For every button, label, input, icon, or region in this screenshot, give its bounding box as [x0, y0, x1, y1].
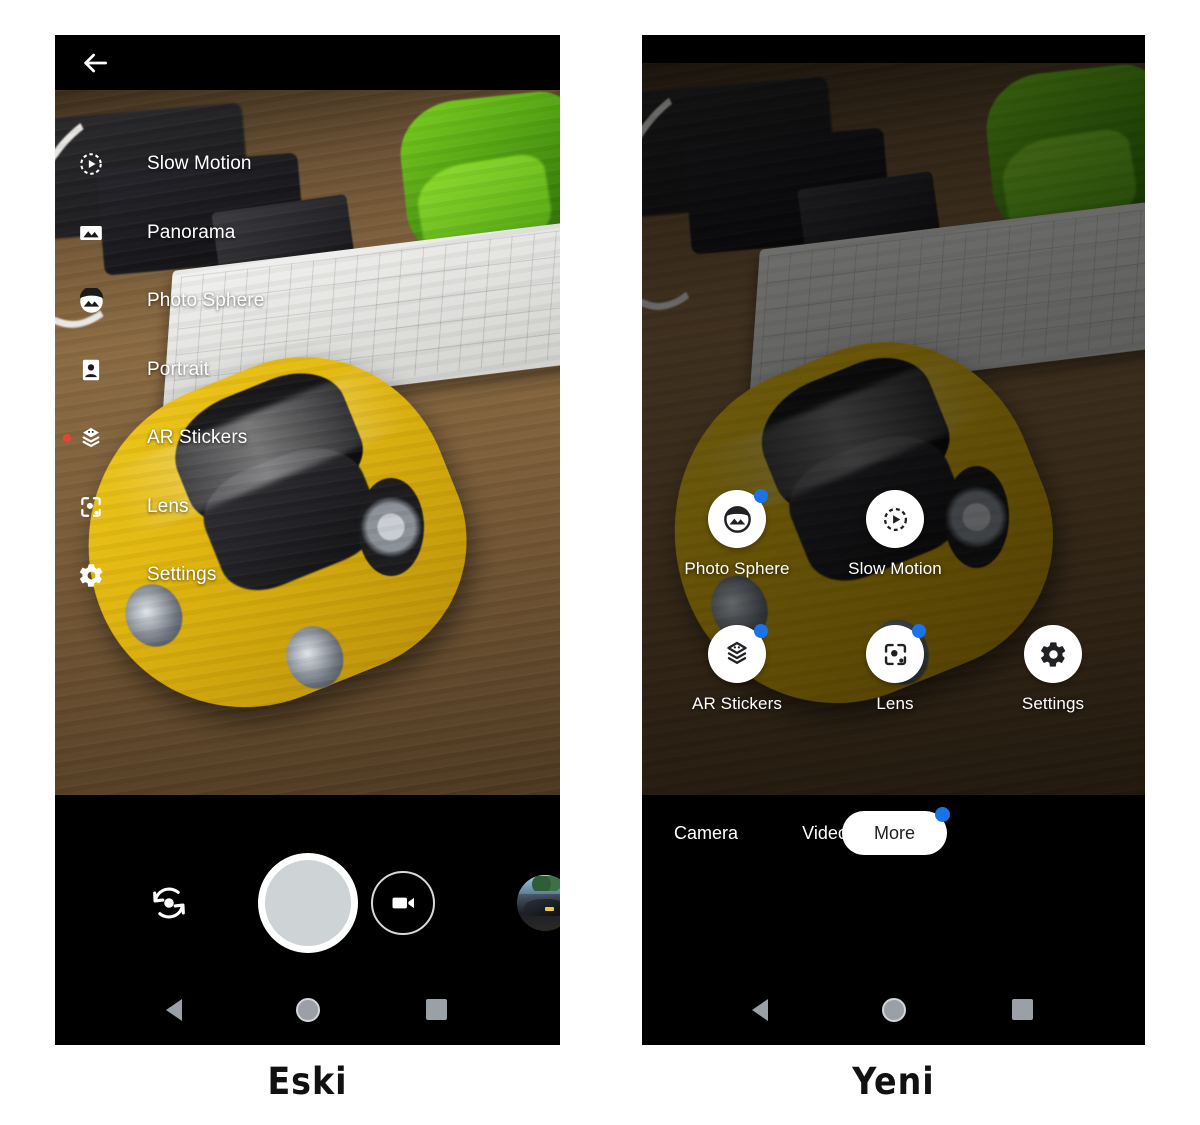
top-app-bar-old — [55, 35, 560, 90]
portrait-icon — [72, 351, 110, 389]
caption-new: Yeni — [852, 1060, 935, 1103]
lens-icon — [72, 488, 110, 526]
menu-item-label: Panorama — [147, 221, 236, 243]
settings-icon — [72, 556, 110, 594]
shutter-button[interactable] — [257, 853, 358, 953]
tab-more[interactable]: More — [842, 807, 950, 855]
settings-button[interactable] — [1024, 625, 1082, 683]
camera-controls-row — [55, 853, 560, 953]
new-badge-dot — [754, 489, 768, 503]
slow-motion-button[interactable] — [866, 490, 924, 548]
mode-tile-slow-motion[interactable]: Slow Motion — [835, 490, 955, 579]
mode-tile-label: Photo Sphere — [684, 559, 790, 578]
nav-back-icon[interactable] — [165, 999, 182, 1021]
menu-item-label: AR Stickers — [147, 427, 248, 449]
panorama-icon — [72, 214, 110, 252]
menu-item-panorama[interactable]: Panorama — [55, 199, 560, 268]
new-badge-dot — [63, 434, 71, 443]
mode-tile-lens[interactable]: Lens — [835, 624, 955, 714]
android-nav-bar-new — [642, 975, 1145, 1045]
thumbnail-trees — [527, 876, 560, 891]
mode-tile-label: AR Stickers — [692, 694, 782, 713]
tab-more-label: More — [873, 823, 915, 843]
video-camera-icon[interactable] — [371, 871, 435, 935]
menu-item-settings[interactable]: Settings — [55, 541, 560, 610]
back-arrow-icon[interactable] — [79, 47, 111, 79]
mode-menu-list-old: Slow Motion Panorama Photo Sphere Portra… — [55, 130, 560, 610]
menu-item-label: Slow Motion — [147, 153, 252, 175]
nav-home-icon[interactable] — [295, 998, 320, 1022]
nav-back-icon[interactable] — [751, 999, 768, 1021]
android-nav-bar-old — [55, 975, 560, 1045]
nav-home-icon[interactable] — [881, 998, 906, 1022]
caption-old: Eski — [267, 1060, 348, 1103]
phone-screen-old: Slow Motion Panorama Photo Sphere Portra… — [55, 35, 560, 1045]
menu-item-label: Lens — [147, 495, 189, 517]
new-badge-dot — [912, 624, 926, 638]
menu-item-portrait[interactable]: Portrait — [55, 336, 560, 405]
comparison-figure: Slow Motion Panorama Photo Sphere Portra… — [0, 0, 1200, 1125]
nav-recents-icon[interactable] — [425, 999, 447, 1020]
slow-motion-icon — [72, 145, 110, 183]
menu-item-label: Settings — [147, 564, 217, 586]
new-badge-dot — [935, 807, 950, 822]
lens-button[interactable] — [866, 624, 926, 683]
ar-stickers-icon — [72, 419, 110, 457]
phone-screen-new: Photo Sphere Slow Motion AR Stickers Len… — [642, 35, 1145, 1045]
menu-item-label: Portrait — [147, 358, 210, 380]
flip-camera-icon[interactable] — [147, 881, 191, 925]
menu-item-photo-sphere[interactable]: Photo Sphere — [55, 267, 560, 336]
mode-tile-settings[interactable]: Settings — [993, 625, 1113, 714]
mode-tile-label: Settings — [1021, 694, 1085, 713]
thumbnail-car — [523, 898, 560, 917]
mode-tile-label: Slow Motion — [848, 559, 942, 578]
photo-sphere-icon — [72, 282, 110, 320]
menu-item-ar-stickers[interactable]: AR Stickers — [55, 404, 560, 473]
gallery-thumbnail[interactable] — [517, 875, 560, 931]
menu-item-label: Photo Sphere — [147, 290, 265, 312]
mode-tile-photo-sphere[interactable]: Photo Sphere — [677, 489, 797, 579]
mode-tile-ar-stickers[interactable]: AR Stickers — [677, 624, 797, 714]
mode-tabs: Camera Video More — [642, 807, 1145, 855]
thumbnail-plate — [545, 907, 554, 912]
menu-item-lens[interactable]: Lens — [55, 473, 560, 542]
menu-item-slow-motion[interactable]: Slow Motion — [55, 130, 560, 199]
nav-recents-icon[interactable] — [1011, 999, 1033, 1020]
photo-sphere-button[interactable] — [708, 489, 768, 548]
scene-car-headlight-right — [278, 618, 353, 697]
mode-tile-label: Lens — [876, 694, 914, 713]
tab-camera[interactable]: Camera — [646, 811, 766, 855]
new-badge-dot — [754, 624, 768, 638]
ar-stickers-button[interactable] — [708, 624, 768, 683]
